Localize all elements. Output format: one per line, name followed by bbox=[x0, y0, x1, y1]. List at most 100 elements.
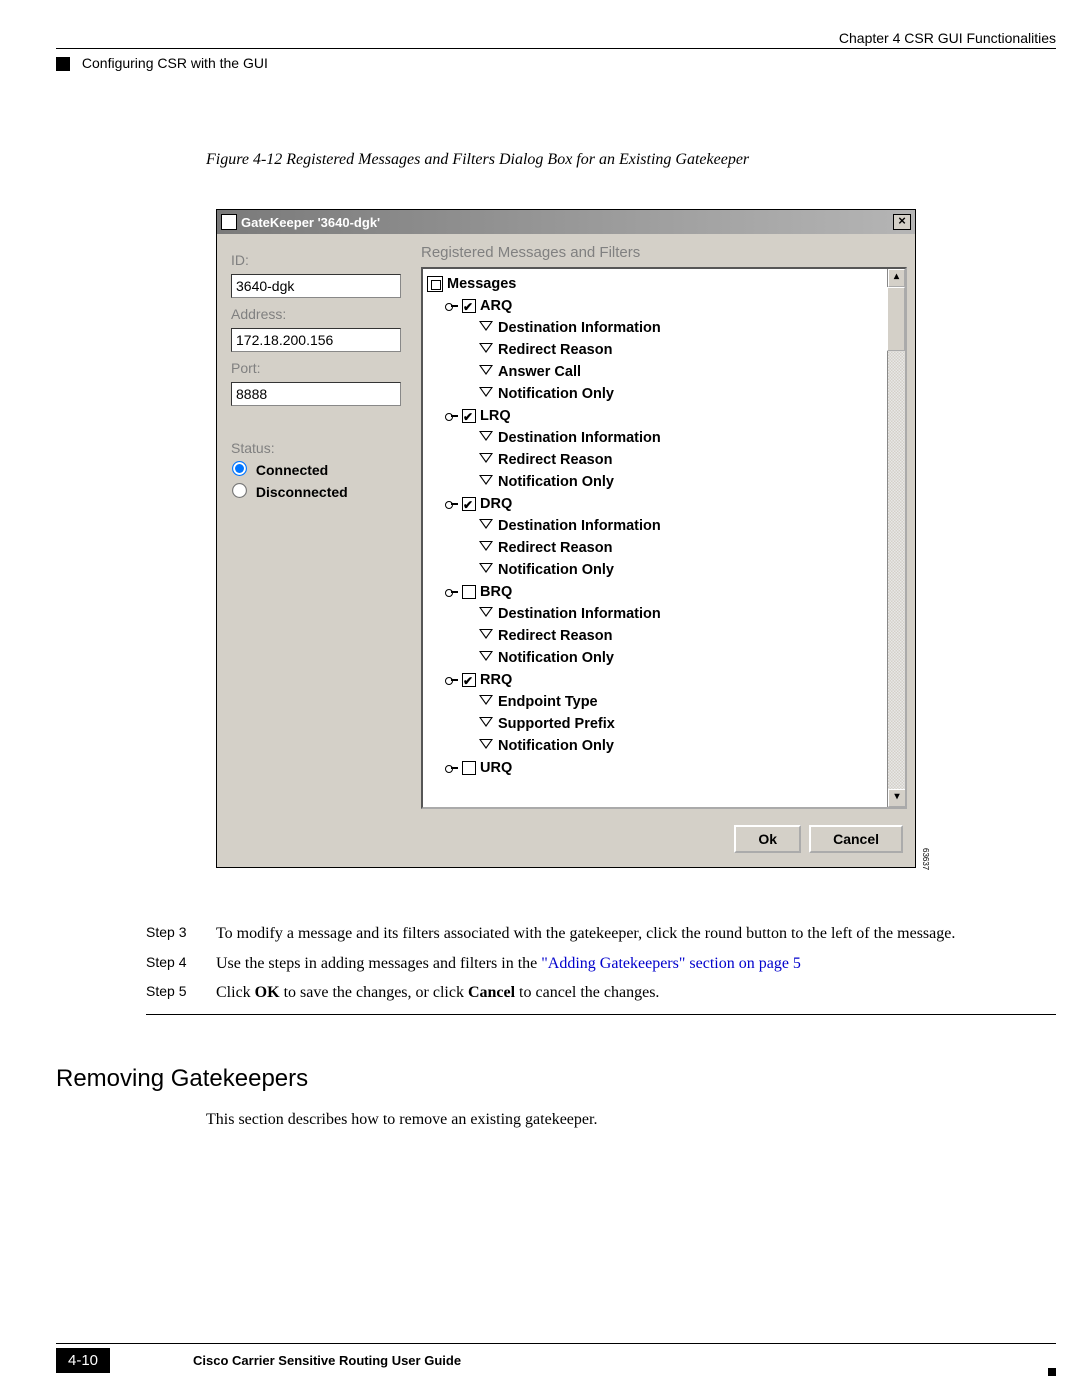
step3-label: Step 3 bbox=[146, 923, 216, 945]
filter-icon bbox=[479, 321, 493, 335]
filter-icon bbox=[479, 387, 493, 401]
filter-node[interactable]: Destination Information bbox=[479, 515, 903, 537]
cancel-button[interactable]: Cancel bbox=[809, 825, 903, 853]
tree-root-messages[interactable]: Messages bbox=[427, 273, 903, 295]
checkbox-drq[interactable] bbox=[462, 497, 476, 511]
gatekeeper-dialog: GateKeeper '3640-dgk' × ID: Address: Por… bbox=[216, 209, 916, 868]
step4-label: Step 4 bbox=[146, 953, 216, 975]
message-node-drq[interactable]: DRQ bbox=[445, 493, 903, 515]
status-label: Status: bbox=[231, 440, 421, 456]
scroll-up-button[interactable]: ▴ bbox=[888, 269, 905, 287]
filter-node[interactable]: Notification Only bbox=[479, 559, 903, 581]
page-number: 4-10 bbox=[56, 1348, 110, 1373]
filter-node[interactable]: Answer Call bbox=[479, 361, 903, 383]
separator bbox=[146, 1014, 1056, 1015]
id-label: ID: bbox=[231, 252, 421, 268]
address-label: Address: bbox=[231, 306, 421, 322]
id-field[interactable] bbox=[231, 274, 401, 298]
step5-label: Step 5 bbox=[146, 982, 216, 1004]
page-footer: 4-10 Cisco Carrier Sensitive Routing Use… bbox=[56, 1343, 1056, 1373]
checkbox-urq[interactable] bbox=[462, 761, 476, 775]
filter-icon bbox=[479, 695, 493, 709]
checkbox-brq[interactable] bbox=[462, 585, 476, 599]
status-disconnected[interactable]: Disconnected bbox=[233, 484, 421, 500]
scroll-thumb[interactable] bbox=[887, 287, 905, 351]
tree-view[interactable]: MessagesARQDestination InformationRedire… bbox=[421, 267, 907, 809]
button-row: Ok Cancel bbox=[217, 813, 915, 867]
step5-text: Click OK to save the changes, or click C… bbox=[216, 982, 1046, 1004]
port-field[interactable] bbox=[231, 382, 401, 406]
app-icon bbox=[221, 214, 237, 230]
filter-icon bbox=[479, 651, 493, 665]
adding-gatekeepers-link[interactable]: "Adding Gatekeepers" section on page 5 bbox=[541, 955, 801, 972]
filter-node[interactable]: Redirect Reason bbox=[479, 449, 903, 471]
filter-node[interactable]: Redirect Reason bbox=[479, 537, 903, 559]
filter-node[interactable]: Notification Only bbox=[479, 471, 903, 493]
message-node-lrq[interactable]: LRQ bbox=[445, 405, 903, 427]
filter-icon bbox=[479, 431, 493, 445]
figure-caption: Figure 4-12 Registered Messages and Filt… bbox=[206, 151, 1056, 169]
filter-icon bbox=[479, 563, 493, 577]
message-node-urq[interactable]: URQ bbox=[445, 757, 903, 779]
breadcrumb: Configuring CSR with the GUI bbox=[56, 55, 1056, 71]
key-icon bbox=[445, 673, 459, 687]
filter-node[interactable]: Notification Only bbox=[479, 735, 903, 757]
close-button[interactable]: × bbox=[893, 214, 911, 230]
chapter-label: Chapter 4 CSR GUI Functionalities bbox=[839, 30, 1056, 46]
scrollbar[interactable]: ▴ ▾ bbox=[887, 269, 905, 807]
page-header: Chapter 4 CSR GUI Functionalities bbox=[56, 30, 1056, 49]
key-icon bbox=[445, 299, 459, 313]
right-panel: Registered Messages and Filters Messages… bbox=[421, 244, 907, 809]
filter-icon bbox=[479, 541, 493, 555]
filter-node[interactable]: Destination Information bbox=[479, 317, 903, 339]
step3-text: To modify a message and its filters asso… bbox=[216, 923, 1046, 945]
filter-node[interactable]: Redirect Reason bbox=[479, 339, 903, 361]
message-node-arq[interactable]: ARQ bbox=[445, 295, 903, 317]
filter-icon bbox=[479, 519, 493, 533]
radio-connected[interactable] bbox=[232, 461, 247, 476]
checkbox-arq[interactable] bbox=[462, 299, 476, 313]
message-node-rrq[interactable]: RRQ bbox=[445, 669, 903, 691]
filter-icon bbox=[479, 717, 493, 731]
steps-block: Step 3 To modify a message and its filte… bbox=[146, 923, 1046, 1004]
footer-edge-marker-icon bbox=[1048, 1368, 1056, 1376]
section-marker-icon bbox=[56, 57, 70, 71]
status-connected[interactable]: Connected bbox=[233, 462, 421, 478]
filter-node[interactable]: Notification Only bbox=[479, 383, 903, 405]
filter-node[interactable]: Supported Prefix bbox=[479, 713, 903, 735]
left-panel: ID: Address: Port: Status: Connected bbox=[231, 244, 421, 809]
window-title: GateKeeper '3640-dgk' bbox=[241, 215, 893, 230]
port-label: Port: bbox=[231, 360, 421, 376]
filter-icon bbox=[479, 607, 493, 621]
messages-icon bbox=[427, 276, 443, 292]
filter-node[interactable]: Destination Information bbox=[479, 603, 903, 625]
figure-ref-number: 63637 bbox=[921, 848, 930, 870]
step4-text: Use the steps in adding messages and fil… bbox=[216, 953, 1046, 975]
scroll-down-button[interactable]: ▾ bbox=[888, 789, 906, 807]
filter-icon bbox=[479, 365, 493, 379]
key-icon bbox=[445, 497, 459, 511]
key-icon bbox=[445, 409, 459, 423]
filter-icon bbox=[479, 475, 493, 489]
titlebar: GateKeeper '3640-dgk' × bbox=[217, 210, 915, 234]
section-heading: Removing Gatekeepers bbox=[56, 1065, 1056, 1093]
address-field[interactable] bbox=[231, 328, 401, 352]
key-icon bbox=[445, 761, 459, 775]
message-node-brq[interactable]: BRQ bbox=[445, 581, 903, 603]
filter-icon bbox=[479, 453, 493, 467]
filter-node[interactable]: Redirect Reason bbox=[479, 625, 903, 647]
filter-node[interactable]: Endpoint Type bbox=[479, 691, 903, 713]
checkbox-rrq[interactable] bbox=[462, 673, 476, 687]
checkbox-lrq[interactable] bbox=[462, 409, 476, 423]
filter-icon bbox=[479, 629, 493, 643]
filter-icon bbox=[479, 343, 493, 357]
ok-button[interactable]: Ok bbox=[734, 825, 801, 853]
key-icon bbox=[445, 585, 459, 599]
filter-node[interactable]: Destination Information bbox=[479, 427, 903, 449]
tree-heading: Registered Messages and Filters bbox=[421, 244, 907, 261]
dialog-figure: GateKeeper '3640-dgk' × ID: Address: Por… bbox=[216, 209, 916, 868]
section-body: This section describes how to remove an … bbox=[206, 1111, 1056, 1129]
footer-title: Cisco Carrier Sensitive Routing User Gui… bbox=[193, 1353, 461, 1368]
filter-node[interactable]: Notification Only bbox=[479, 647, 903, 669]
radio-disconnected[interactable] bbox=[232, 483, 247, 498]
